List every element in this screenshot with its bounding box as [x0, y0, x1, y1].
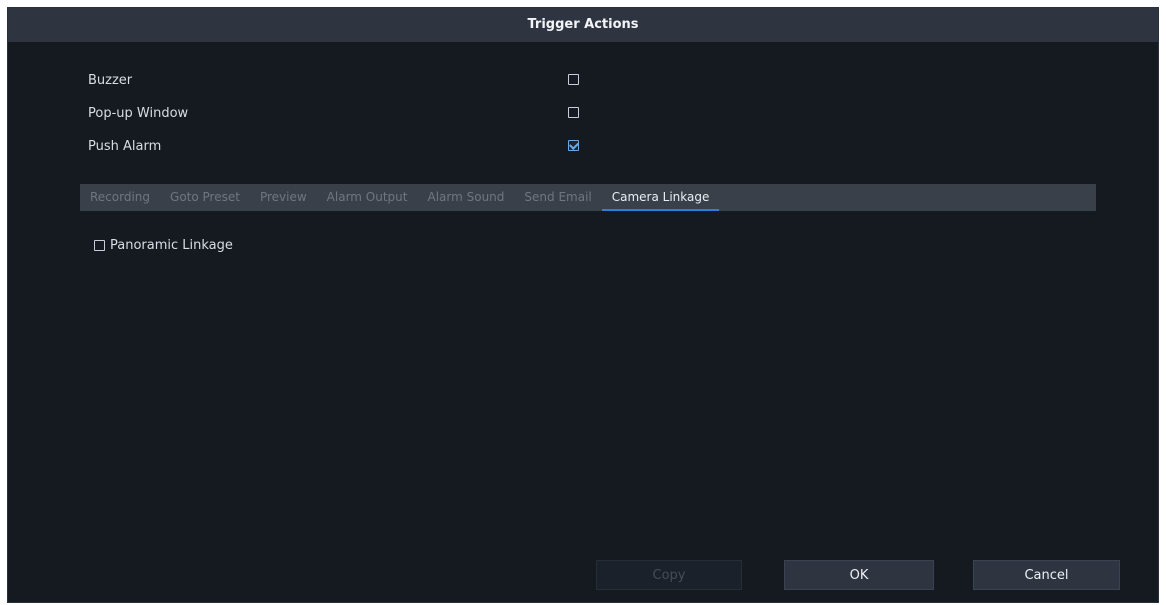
push-alarm-checkbox[interactable] [568, 140, 579, 151]
popup-window-label: Pop-up Window [88, 106, 189, 121]
tab-recording[interactable]: Recording [80, 184, 160, 211]
panoramic-linkage-label: Panoramic Linkage [110, 238, 233, 253]
tab-preview[interactable]: Preview [250, 184, 317, 211]
copy-button[interactable]: Copy [596, 560, 742, 590]
tab-goto-preset[interactable]: Goto Preset [160, 184, 250, 211]
tab-camera-linkage[interactable]: Camera Linkage [601, 184, 720, 211]
trigger-actions-dialog: Trigger Actions Buzzer Pop-up Window Pus… [7, 7, 1159, 603]
tab-alarm-output[interactable]: Alarm Output [317, 184, 418, 211]
push-alarm-label: Push Alarm [88, 139, 162, 154]
action-tabs: Recording Goto Preset Preview Alarm Outp… [80, 184, 1096, 211]
dialog-title: Trigger Actions [8, 8, 1158, 42]
panoramic-linkage-checkbox[interactable] [94, 240, 105, 251]
popup-window-checkbox[interactable] [568, 107, 579, 118]
option-popup-window: Pop-up Window [88, 102, 579, 126]
cancel-button[interactable]: Cancel [973, 560, 1120, 590]
option-buzzer: Buzzer [88, 69, 579, 93]
buzzer-label: Buzzer [88, 73, 133, 88]
option-push-alarm: Push Alarm [88, 135, 579, 159]
tab-send-email[interactable]: Send Email [514, 184, 601, 211]
tab-alarm-sound[interactable]: Alarm Sound [417, 184, 514, 211]
ok-button[interactable]: OK [784, 560, 934, 590]
buzzer-checkbox[interactable] [568, 74, 579, 85]
